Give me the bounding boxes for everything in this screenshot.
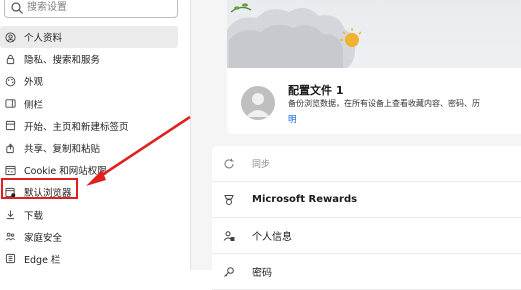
settings-row-label: 个人信息 <box>252 232 292 243</box>
key-icon <box>222 265 236 279</box>
settings-row-passwords[interactable]: 密码 <box>212 254 521 290</box>
profile-banner <box>227 0 521 69</box>
settings-row-personal-info[interactable]: 个人信息 <box>212 218 521 254</box>
cloud-illustration <box>227 3 362 69</box>
sync-icon <box>222 157 236 171</box>
profile-settings-list: 同步 Microsoft Rewards 个人信息 密码 <box>212 146 521 290</box>
settings-row-label: 密码 <box>252 268 272 279</box>
settings-row-sync[interactable]: 同步 <box>212 146 521 182</box>
profile-card: 配置文件 1 备份浏览数据，在所有设备上查看收藏内容、密码、历 明 <box>227 0 521 134</box>
settings-row-label: 同步 <box>252 160 271 170</box>
profile-link[interactable]: 明 <box>288 113 297 125</box>
rewards-icon <box>222 193 236 207</box>
settings-main: 配置文件 1 备份浏览数据，在所有设备上查看收藏内容、密码、历 明 同步 Mic… <box>191 0 521 290</box>
avatar[interactable] <box>241 86 275 120</box>
settings-row-label: Microsoft Rewards <box>252 194 358 205</box>
profile-name: 配置文件 1 <box>288 84 344 97</box>
personal-info-icon <box>222 229 236 243</box>
profile-description: 备份浏览数据，在所有设备上查看收藏内容、密码、历 <box>288 99 480 108</box>
settings-row-rewards[interactable]: Microsoft Rewards <box>212 182 521 218</box>
